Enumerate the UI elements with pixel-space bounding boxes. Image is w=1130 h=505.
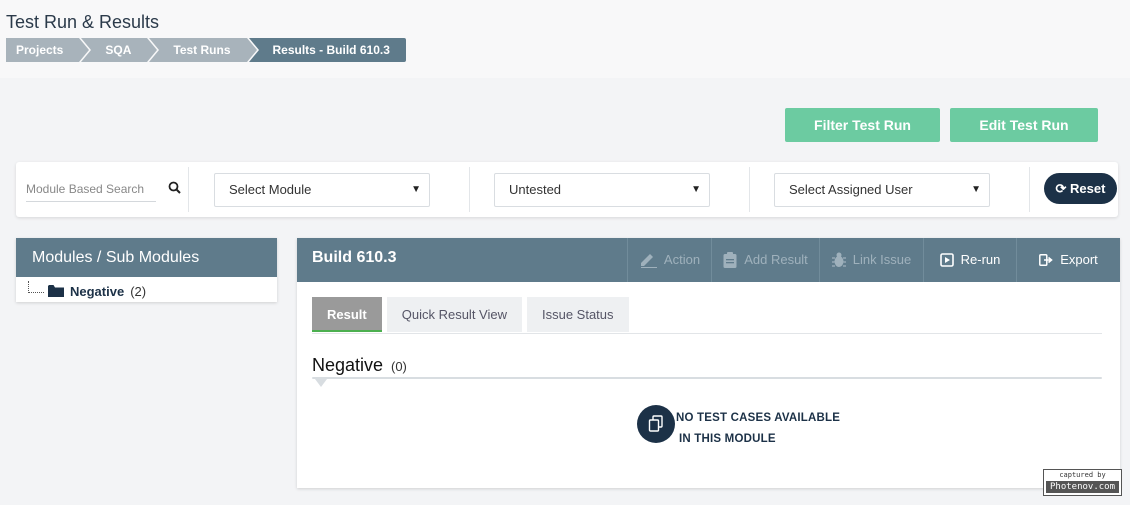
chevron-down-icon: ▼ (971, 184, 981, 195)
empty-line-2: IN THIS MODULE (679, 433, 776, 445)
divider (1029, 167, 1030, 212)
module-select[interactable]: Select Module ▼ (214, 173, 430, 207)
divider (469, 167, 470, 212)
add-result-label: Add Result (744, 252, 808, 267)
export-icon (1039, 254, 1053, 266)
chevron-down-icon: ▼ (411, 184, 421, 195)
modules-panel-title: Modules / Sub Modules (16, 238, 277, 277)
section-count: (0) (391, 359, 407, 374)
caret-down-icon (315, 379, 327, 387)
export-button[interactable]: Export (1016, 238, 1120, 282)
edit-test-run-button[interactable]: Edit Test Run (950, 108, 1098, 142)
rerun-button[interactable]: Re-run (923, 238, 1016, 282)
filter-test-run-button[interactable]: Filter Test Run (785, 108, 940, 142)
link-issue-button[interactable]: Link Issue (819, 238, 923, 282)
reset-button[interactable]: ⟳ Reset (1044, 173, 1117, 204)
tree-item-count: (2) (130, 283, 147, 299)
page-title: Test Run & Results (6, 12, 160, 32)
rerun-label: Re-run (960, 252, 1001, 267)
clipboard-icon (723, 252, 737, 268)
add-result-button[interactable]: Add Result (711, 238, 819, 282)
tree-item-label: Negative (70, 283, 125, 299)
section-divider (312, 377, 1102, 379)
tree-item-negative[interactable]: Negative (2) (28, 281, 147, 300)
page-header: Test Run & Results Projects SQA Test Run… (0, 0, 1130, 78)
breadcrumb-test-runs[interactable]: Test Runs (149, 38, 257, 62)
status-select-value: Untested (509, 182, 562, 197)
breadcrumb-sqa[interactable]: SQA (81, 38, 158, 62)
result-tabs: Result Quick Result View Issue Status (312, 297, 629, 332)
pencil-icon (640, 254, 657, 268)
export-label: Export (1060, 252, 1098, 267)
section-title: Negative (312, 355, 384, 375)
tab-quick-result-view[interactable]: Quick Result View (386, 297, 522, 332)
module-search-input[interactable] (26, 178, 156, 200)
folder-icon (48, 285, 64, 297)
capture-watermark: captured by Photenov.com (1043, 469, 1122, 496)
chevron-down-icon: ▼ (691, 184, 701, 195)
refresh-icon: ⟳ (1055, 181, 1067, 196)
watermark-line-2: Photenov.com (1046, 481, 1119, 493)
tabs-underline (312, 333, 1102, 334)
search-field (26, 178, 156, 202)
search-icon[interactable] (168, 181, 182, 195)
divider (188, 167, 189, 212)
build-title: Build 610.3 (312, 249, 397, 266)
modules-panel: Modules / Sub Modules Negative (2) (16, 238, 277, 302)
play-icon (939, 253, 954, 267)
filter-bar: Select Module ▼ Untested ▼ Select Assign… (16, 162, 1118, 217)
breadcrumb-projects[interactable]: Projects (6, 38, 90, 62)
bug-icon (831, 252, 846, 267)
breadcrumb: Projects SQA Test Runs Results - Build 6… (6, 38, 408, 62)
assigned-user-select[interactable]: Select Assigned User ▼ (774, 173, 990, 207)
reset-label: Reset (1070, 181, 1106, 196)
divider (749, 167, 750, 212)
copy-icon (637, 405, 675, 443)
status-select[interactable]: Untested ▼ (494, 173, 710, 207)
empty-state-message: NO TEST CASES AVAILABLE IN THIS MODULE (676, 408, 840, 450)
tree-connector (28, 281, 44, 293)
assigned-user-select-value: Select Assigned User (789, 182, 913, 197)
breadcrumb-current: Results - Build 610.3 (248, 38, 406, 62)
action-button[interactable]: Action (627, 238, 711, 282)
empty-line-1: NO TEST CASES AVAILABLE (676, 412, 841, 424)
link-issue-label: Link Issue (852, 252, 912, 267)
build-panel: Build 610.3 Action Add Result Link Issue… (297, 238, 1120, 488)
tab-result[interactable]: Result (312, 297, 382, 332)
tab-issue-status[interactable]: Issue Status (526, 297, 629, 332)
build-header: Build 610.3 Action Add Result Link Issue… (297, 238, 1120, 282)
watermark-line-1: captured by (1059, 471, 1106, 479)
module-select-value: Select Module (229, 182, 312, 197)
action-label: Action (663, 252, 701, 267)
